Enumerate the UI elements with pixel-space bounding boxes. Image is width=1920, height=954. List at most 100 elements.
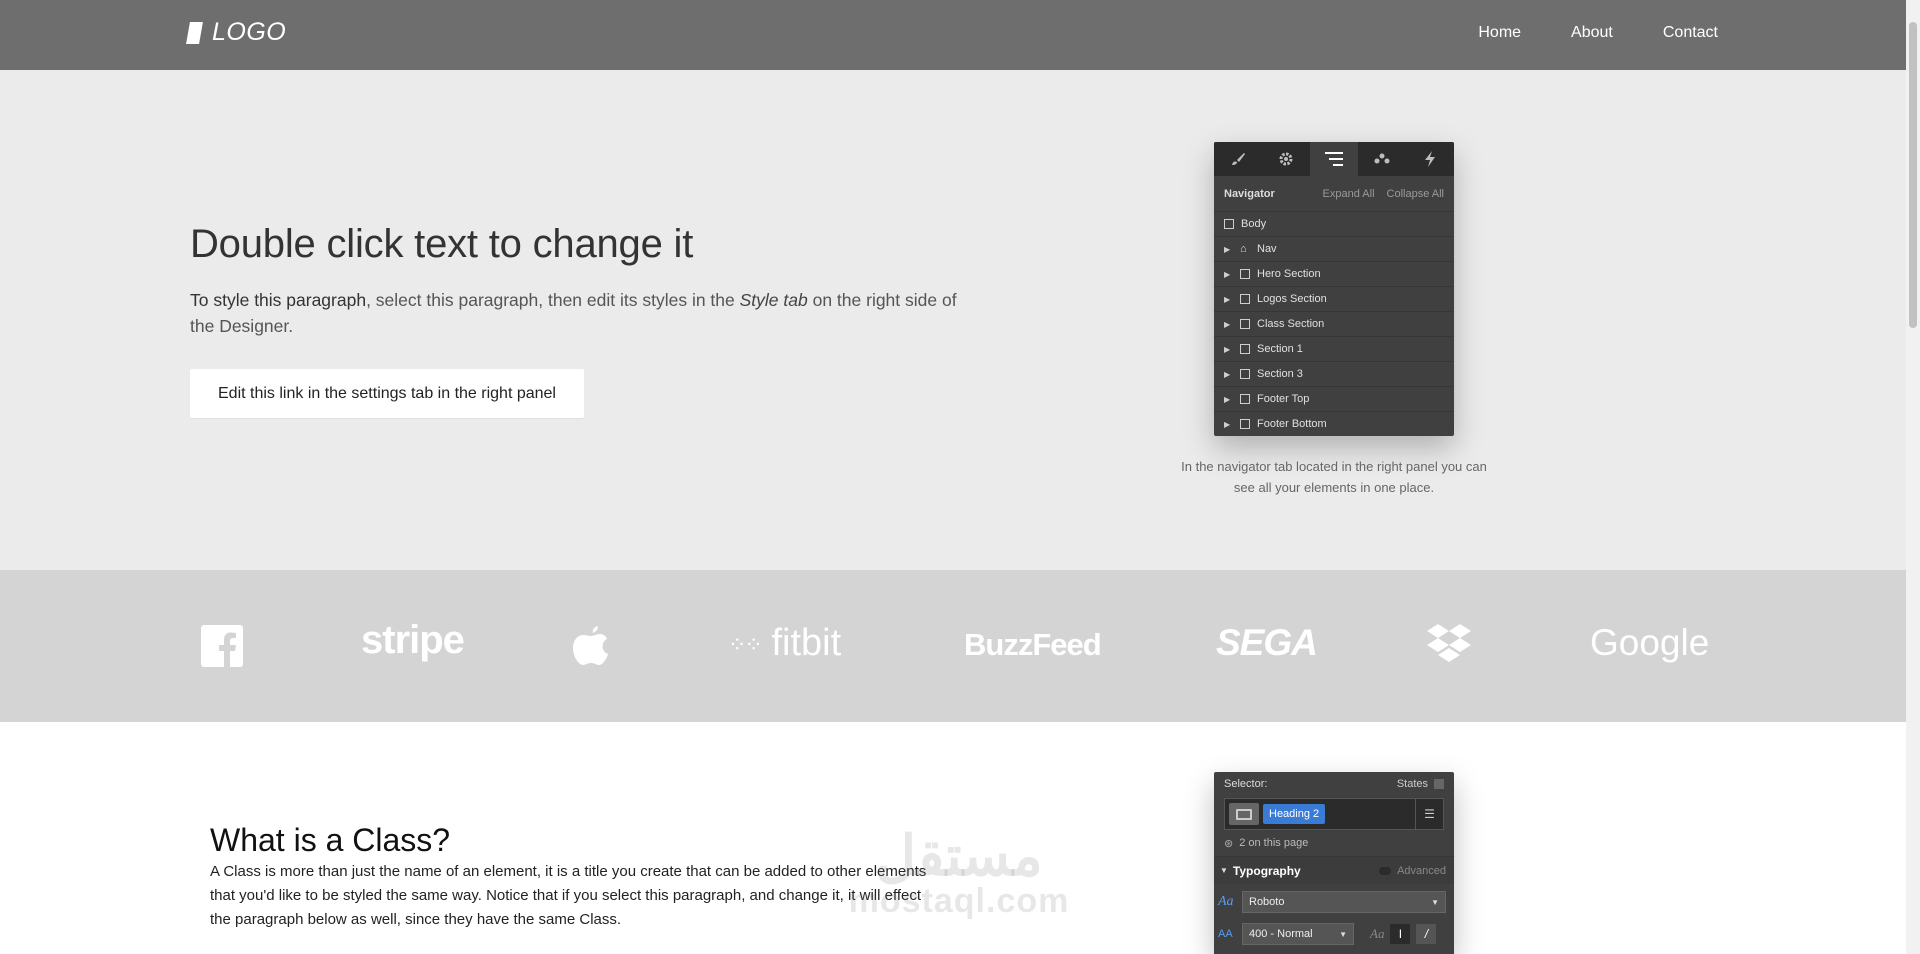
- advanced-toggle-icon: [1379, 866, 1392, 875]
- navigator-row-label: Section 1: [1257, 343, 1303, 355]
- bolt-icon: [1406, 142, 1454, 176]
- selector-menu-icon: ☰: [1415, 799, 1443, 829]
- caret-right-icon: ▶: [1224, 394, 1231, 404]
- caret-right-icon: ▶: [1224, 244, 1231, 254]
- hero-paragraph[interactable]: To style this paragraph, select this par…: [190, 287, 960, 339]
- font-weight-icon: AA: [1218, 928, 1233, 940]
- selector-header: Selector: States: [1214, 772, 1454, 796]
- fitbit-dots-icon: ⁘⁘: [728, 631, 763, 657]
- fitbit-logo: ⁘⁘ fitbit: [728, 622, 841, 665]
- font-style-normal-icon: I: [1390, 924, 1411, 944]
- navigator-row: ▶ Logos Section: [1214, 287, 1454, 312]
- box-icon: [1240, 419, 1250, 429]
- navigator-row-label: Section 3: [1257, 368, 1303, 380]
- logo-mark-icon: [186, 21, 203, 44]
- navigator-row: ▶ Footer Bottom: [1214, 412, 1454, 436]
- box-icon: [1240, 344, 1250, 354]
- class-tag: Heading 2: [1263, 804, 1326, 824]
- brush-icon: [1214, 142, 1262, 176]
- target-icon: ⊛: [1224, 837, 1234, 850]
- selector-count: ⊛ 2 on this page: [1214, 830, 1454, 856]
- class-paragraph[interactable]: A Class is more than just the name of an…: [210, 860, 940, 932]
- navigator-row-label: Footer Bottom: [1257, 418, 1327, 430]
- navigator-row: ▶ ⌂ Nav: [1214, 237, 1454, 262]
- selector-field: Heading 2 ☰: [1224, 798, 1444, 830]
- watermark-latin: mostaql.com: [848, 882, 1070, 920]
- font-row: Aa Roboto ▼: [1214, 884, 1454, 920]
- navigator-row: ▶ Section 3: [1214, 362, 1454, 387]
- navigator-row-label: Footer Top: [1257, 393, 1310, 405]
- typography-header: ▼ Typography Advanced: [1214, 856, 1454, 884]
- expand-all: Expand All: [1322, 187, 1375, 200]
- watermark-arabic: مستقل: [875, 824, 1043, 887]
- scrollbar-thumb[interactable]: [1909, 22, 1917, 328]
- caret-right-icon: ▶: [1224, 419, 1231, 429]
- caret-right-icon: ▶: [1224, 319, 1231, 329]
- navigator-header: Navigator Expand All Collapse All: [1214, 176, 1454, 212]
- font-select: Roboto ▼: [1242, 891, 1446, 913]
- chevron-down-icon: ▼: [1431, 897, 1439, 907]
- top-navbar: LOGO Home About Contact: [0, 0, 1906, 70]
- hero-paragraph-mid: , select this paragraph, then edit its s…: [366, 290, 740, 310]
- collapse-all: Collapse All: [1386, 187, 1444, 200]
- navigator-row-label: Hero Section: [1257, 268, 1321, 280]
- font-style-italic-icon: /: [1416, 924, 1437, 944]
- navigator-tabs: [1214, 142, 1454, 176]
- navigator-row: ▶ Section 1: [1214, 337, 1454, 362]
- advanced-label: Advanced: [1397, 864, 1446, 877]
- box-icon: [1240, 269, 1250, 279]
- dropbox-logo: [1426, 622, 1472, 671]
- navigator-row-label: Class Section: [1257, 318, 1325, 330]
- selector-panel-image: Selector: States Heading 2 ☰ ⊛ 2 on this…: [1214, 772, 1454, 954]
- chevron-down-icon: ▼: [1339, 929, 1347, 939]
- hero-link-button[interactable]: Edit this link in the settings tab in th…: [190, 369, 584, 418]
- navigator-caption[interactable]: In the navigator tab located in the righ…: [1176, 456, 1492, 498]
- apple-logo: [572, 622, 610, 671]
- font-family-icon: Aa: [1218, 894, 1234, 909]
- drops-icon: [1358, 142, 1406, 176]
- logos-section: stripe ⁘⁘ fitbit BuzzFeed SEGA Google: [0, 570, 1906, 722]
- selector-label: Selector:: [1224, 778, 1268, 790]
- navigator-panel-image: Navigator Expand All Collapse All Body ▶…: [1214, 142, 1454, 436]
- caret-right-icon: ▶: [1224, 344, 1231, 354]
- box-icon: [1240, 394, 1250, 404]
- navigator-row-body: Body: [1214, 212, 1454, 237]
- box-icon: [1240, 319, 1250, 329]
- nav-link-contact[interactable]: Contact: [1663, 24, 1718, 42]
- site-logo[interactable]: LOGO: [186, 18, 287, 47]
- home-icon: ⌂: [1240, 243, 1247, 255]
- hero-paragraph-italic: Style tab: [739, 290, 808, 310]
- nav-link-home[interactable]: Home: [1478, 24, 1521, 42]
- page-scrollbar[interactable]: [1906, 0, 1920, 954]
- google-logo: Google: [1590, 622, 1710, 663]
- states-label: States: [1396, 778, 1428, 790]
- selector-count-text: 2 on this page: [1239, 837, 1309, 849]
- sega-logo: SEGA: [1216, 622, 1318, 663]
- class-title[interactable]: What is a Class?: [210, 822, 450, 859]
- buzzfeed-logo: BuzzFeed: [964, 627, 1102, 662]
- states-dropdown-icon: [1434, 779, 1444, 789]
- navigator-title: Navigator: [1224, 187, 1275, 200]
- font-style-label: Aa: [1370, 926, 1385, 941]
- navigator-row-label: Nav: [1257, 243, 1277, 255]
- box-icon: [1240, 294, 1250, 304]
- weight-select-value: 400 - Normal: [1249, 928, 1313, 940]
- hero-section: Double click text to change it To style …: [0, 70, 1906, 570]
- body-icon: [1224, 219, 1234, 229]
- stripe-logo: stripe: [361, 618, 465, 662]
- caret-right-icon: ▶: [1224, 294, 1231, 304]
- nav-link-about[interactable]: About: [1571, 24, 1613, 42]
- navigator-row-label: Logos Section: [1257, 293, 1327, 305]
- device-icon: [1229, 803, 1259, 825]
- navigator-icon: [1310, 142, 1358, 176]
- hero-paragraph-lead: To style this paragraph: [190, 290, 367, 310]
- nav-links: Home About Contact: [1478, 24, 1718, 42]
- typography-title: Typography: [1232, 863, 1301, 878]
- logo-text: LOGO: [212, 18, 287, 46]
- fitbit-wordmark: fitbit: [771, 622, 842, 664]
- caret-right-icon: ▶: [1224, 269, 1231, 279]
- hero-title[interactable]: Double click text to change it: [190, 222, 693, 267]
- box-icon: [1240, 369, 1250, 379]
- caret-down-icon: ▼: [1220, 866, 1228, 875]
- watermark: مستقل mostaql.com: [842, 824, 1076, 920]
